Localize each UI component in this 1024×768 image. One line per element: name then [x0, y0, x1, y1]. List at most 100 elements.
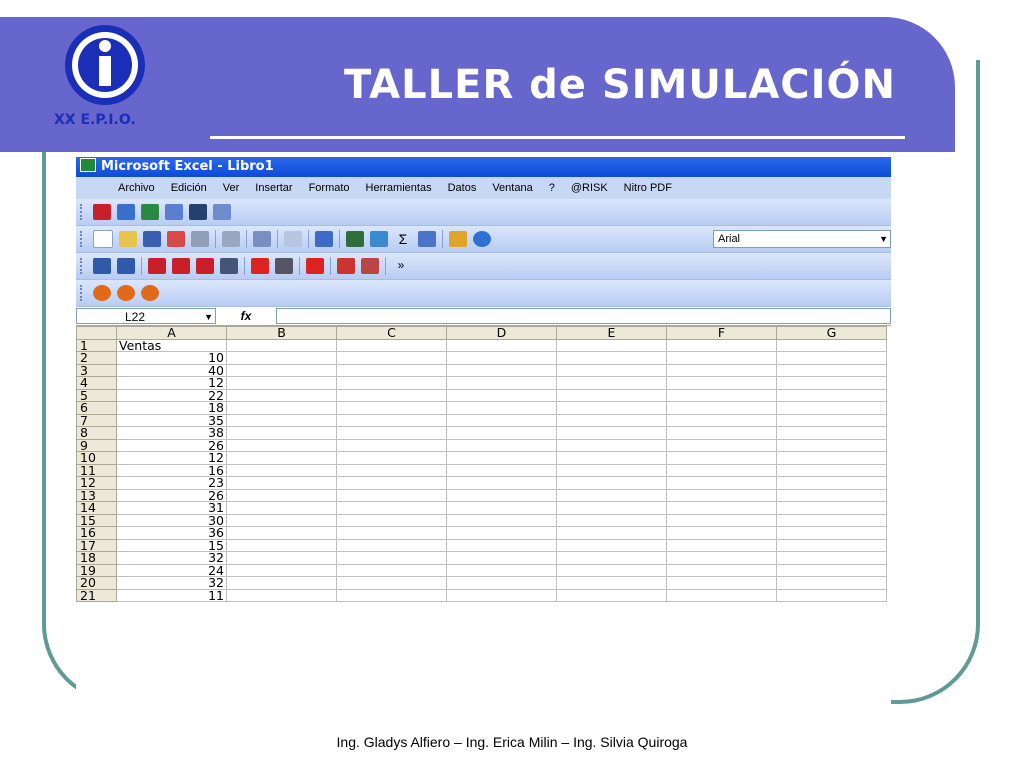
risk-fit-icon[interactable] — [337, 258, 355, 274]
cell[interactable] — [446, 488, 557, 502]
cell[interactable] — [556, 438, 667, 452]
row-header[interactable]: 21 — [76, 588, 117, 602]
column-header[interactable]: F — [666, 326, 777, 340]
cell[interactable] — [446, 551, 557, 565]
open-folder-icon[interactable] — [119, 231, 137, 247]
cell[interactable] — [776, 363, 887, 377]
menu-item-1[interactable]: Edición — [163, 177, 215, 199]
cell[interactable] — [226, 401, 337, 415]
cell[interactable] — [666, 551, 777, 565]
menu-item-9[interactable]: @RISK — [563, 177, 616, 199]
cell[interactable] — [666, 563, 777, 577]
column-header[interactable]: E — [556, 326, 667, 340]
cell[interactable] — [556, 363, 667, 377]
cell[interactable] — [556, 588, 667, 602]
cell[interactable] — [446, 588, 557, 602]
cell[interactable] — [666, 426, 777, 440]
cell[interactable] — [776, 551, 887, 565]
cell[interactable] — [446, 501, 557, 515]
cell[interactable] — [336, 451, 447, 465]
cell[interactable] — [336, 363, 447, 377]
cell[interactable] — [556, 413, 667, 427]
cell[interactable] — [666, 501, 777, 515]
autosum-icon[interactable]: Σ — [394, 231, 412, 247]
cell[interactable] — [336, 413, 447, 427]
cell[interactable] — [776, 588, 887, 602]
cell[interactable] — [446, 388, 557, 402]
cell[interactable] — [556, 576, 667, 590]
cell[interactable] — [666, 463, 777, 477]
cell[interactable] — [226, 338, 337, 352]
risk-define-icon[interactable] — [93, 258, 111, 274]
cell[interactable] — [226, 501, 337, 515]
cell-a[interactable]: 11 — [116, 588, 227, 602]
cell[interactable] — [226, 351, 337, 365]
cell[interactable] — [336, 426, 447, 440]
cell[interactable] — [666, 488, 777, 502]
cell[interactable] — [336, 351, 447, 365]
cell[interactable] — [226, 513, 337, 527]
cell[interactable] — [226, 413, 337, 427]
cell[interactable] — [556, 551, 667, 565]
cell[interactable] — [336, 576, 447, 590]
cell[interactable] — [776, 513, 887, 527]
cell[interactable] — [446, 476, 557, 490]
filter-icon[interactable] — [165, 204, 183, 220]
cell[interactable] — [336, 338, 447, 352]
cell[interactable] — [776, 488, 887, 502]
menu-item-3[interactable]: Insertar — [247, 177, 300, 199]
cell[interactable] — [226, 388, 337, 402]
cell[interactable] — [336, 526, 447, 540]
cell[interactable] — [556, 351, 667, 365]
cell[interactable] — [226, 551, 337, 565]
cell[interactable] — [226, 526, 337, 540]
formula-input[interactable] — [276, 308, 891, 324]
chevron-down-icon[interactable]: ▼ — [204, 309, 213, 325]
cell[interactable] — [776, 413, 887, 427]
cell[interactable] — [226, 588, 337, 602]
cell[interactable] — [666, 438, 777, 452]
zoom-icon[interactable] — [213, 204, 231, 220]
cell[interactable] — [336, 463, 447, 477]
sort-ascending-icon[interactable] — [418, 231, 436, 247]
fx-icon[interactable]: fx — [216, 309, 276, 323]
cell[interactable] — [776, 401, 887, 415]
cell[interactable] — [336, 501, 447, 515]
cell[interactable] — [446, 576, 557, 590]
cell[interactable] — [776, 576, 887, 590]
window-icon[interactable] — [189, 204, 207, 220]
cell[interactable] — [776, 563, 887, 577]
cell[interactable] — [556, 426, 667, 440]
risk-results-icon[interactable] — [361, 258, 379, 274]
cell[interactable] — [226, 576, 337, 590]
cell[interactable] — [776, 538, 887, 552]
cell[interactable] — [776, 451, 887, 465]
more-buttons-icon[interactable]: » — [392, 258, 410, 274]
cell[interactable] — [446, 513, 557, 527]
cell[interactable] — [666, 576, 777, 590]
cell[interactable] — [776, 438, 887, 452]
cell[interactable] — [666, 513, 777, 527]
cell[interactable] — [666, 413, 777, 427]
cell[interactable] — [666, 588, 777, 602]
cell[interactable] — [446, 351, 557, 365]
cell[interactable] — [226, 488, 337, 502]
cell[interactable] — [556, 451, 667, 465]
toolbar-grip[interactable] — [80, 258, 85, 274]
cell[interactable] — [776, 463, 887, 477]
research-icon[interactable] — [253, 231, 271, 247]
paste-icon[interactable] — [284, 231, 302, 247]
cell[interactable] — [446, 363, 557, 377]
cell[interactable] — [226, 363, 337, 377]
cell[interactable] — [776, 351, 887, 365]
column-header[interactable]: B — [226, 326, 337, 340]
menu-item-7[interactable]: Ventana — [484, 177, 540, 199]
chart-wizard-icon[interactable] — [449, 231, 467, 247]
cell[interactable] — [666, 476, 777, 490]
toolbar-grip[interactable] — [80, 204, 85, 220]
cell[interactable] — [666, 351, 777, 365]
hyperlink-icon[interactable] — [370, 231, 388, 247]
menu-item-2[interactable]: Ver — [215, 177, 248, 199]
cell[interactable] — [446, 526, 557, 540]
cell[interactable] — [336, 563, 447, 577]
